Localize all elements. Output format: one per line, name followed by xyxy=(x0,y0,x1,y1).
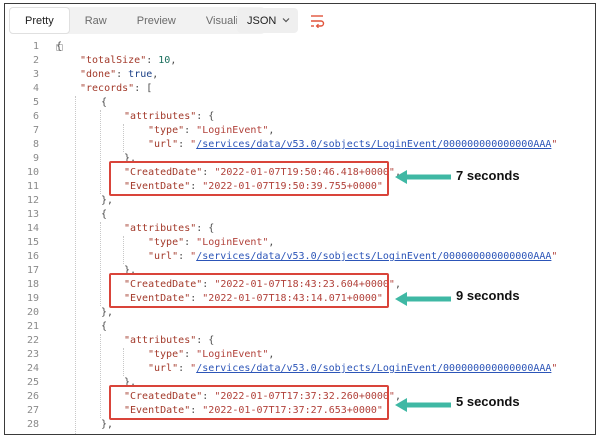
line-number: 18 xyxy=(26,279,39,290)
json-key: "url" xyxy=(148,139,179,150)
code-line: "type": "LoginEvent", xyxy=(148,125,275,136)
indent-guide xyxy=(123,124,124,152)
highlight-box xyxy=(109,161,389,196)
json-key: "type" xyxy=(148,349,185,360)
annotation-label: 5 seconds xyxy=(456,394,520,409)
json-key: "totalSize" xyxy=(80,55,147,66)
code-line: { xyxy=(56,41,63,52)
line-number: 2 xyxy=(32,55,39,66)
json-string: "LoginEvent" xyxy=(196,349,269,360)
code-line: "url": "/services/data/v53.0/sobjects/Lo… xyxy=(148,139,558,150)
line-number: 16 xyxy=(26,251,39,262)
json-key: "type" xyxy=(148,125,185,136)
line-number: 17 xyxy=(26,265,39,276)
indent-guide xyxy=(123,236,124,264)
line-number: 26 xyxy=(26,391,39,402)
code-line: { xyxy=(101,321,108,332)
indent-guide xyxy=(100,334,101,418)
code-line: "attributes": { xyxy=(124,223,215,234)
code-line: "done": true, xyxy=(80,69,159,80)
line-number: 8 xyxy=(32,139,39,150)
code-line: "totalSize": 10, xyxy=(80,55,177,66)
line-number: 15 xyxy=(26,237,39,248)
url-link[interactable]: /services/data/v53.0/sobjects/LoginEvent… xyxy=(196,251,551,262)
code-line: "url": "/services/data/v53.0/sobjects/Lo… xyxy=(148,251,558,262)
code-line: { xyxy=(101,97,108,108)
response-toolbar: Pretty Raw Preview Visualize JSON xyxy=(5,4,595,36)
json-key: "done" xyxy=(80,69,117,80)
url-link[interactable]: /services/data/v53.0/sobjects/LoginEvent… xyxy=(196,363,551,374)
code-line: "records": [ xyxy=(80,83,153,94)
json-string: "LoginEvent" xyxy=(196,237,269,248)
arrow-left-icon xyxy=(395,398,451,412)
json-key: "attributes" xyxy=(124,335,197,346)
annotation-label: 7 seconds xyxy=(456,168,520,183)
format-select[interactable]: JSON xyxy=(237,8,298,33)
code-line: }, xyxy=(101,195,114,206)
line-number: 6 xyxy=(32,111,39,122)
json-string: "LoginEvent" xyxy=(196,125,269,136)
json-key: "url" xyxy=(148,363,179,374)
line-number: 9 xyxy=(32,153,39,164)
code-line: }, xyxy=(101,307,114,318)
code-line: "attributes": { xyxy=(124,335,215,346)
json-key: "records" xyxy=(80,83,135,94)
indent-guide xyxy=(100,222,101,306)
tab-pretty[interactable]: Pretty xyxy=(9,7,70,34)
line-number: 14 xyxy=(26,223,39,234)
json-code-view: 1 2 3 4 5 6 7 8 9 10 11 12 13 14 15 16 1… xyxy=(5,40,595,434)
view-mode-tabs: Pretty Raw Preview Visualize xyxy=(9,7,265,34)
code-line: "attributes": { xyxy=(124,111,215,122)
line-number: 13 xyxy=(26,209,39,220)
line-number: 23 xyxy=(26,349,39,360)
format-select-value: JSON xyxy=(247,14,277,27)
indent-guide xyxy=(123,348,124,376)
json-number: 10 xyxy=(158,55,171,66)
text-wrap-icon xyxy=(311,15,325,28)
tab-preview[interactable]: Preview xyxy=(122,7,191,34)
wrap-lines-button[interactable] xyxy=(305,9,329,33)
code-line: "type": "LoginEvent", xyxy=(148,349,275,360)
response-viewer: Pretty Raw Preview Visualize JSON 1 2 3 … xyxy=(4,3,596,435)
json-key: "url" xyxy=(148,251,179,262)
line-number: 12 xyxy=(26,195,39,206)
line-number: 5 xyxy=(32,97,39,108)
url-link[interactable]: /services/data/v53.0/sobjects/LoginEvent… xyxy=(196,139,551,150)
line-number: 4 xyxy=(32,83,39,94)
line-number: 20 xyxy=(26,307,39,318)
line-number: 22 xyxy=(26,335,39,346)
code-line: "type": "LoginEvent", xyxy=(148,237,275,248)
line-number: 27 xyxy=(26,405,39,416)
line-number: 19 xyxy=(26,293,39,304)
annotation-label: 9 seconds xyxy=(456,288,520,303)
line-number: 21 xyxy=(26,321,39,332)
tab-raw[interactable]: Raw xyxy=(70,7,122,34)
json-key: "attributes" xyxy=(124,111,197,122)
highlight-box xyxy=(109,385,389,420)
code-line: { xyxy=(101,209,108,220)
line-number: 7 xyxy=(32,125,39,136)
line-number: 11 xyxy=(26,181,39,192)
arrow-left-icon xyxy=(395,170,451,184)
arrow-left-icon xyxy=(395,292,451,306)
line-number: 1 xyxy=(32,41,39,52)
indent-guide xyxy=(75,96,76,434)
json-key: "attributes" xyxy=(124,223,197,234)
json-key: "type" xyxy=(148,237,185,248)
line-number: 10 xyxy=(26,167,39,178)
line-number: 28 xyxy=(26,419,39,430)
chevron-down-icon xyxy=(282,18,290,23)
json-boolean: true xyxy=(128,69,153,80)
highlight-box xyxy=(109,273,389,308)
line-number: 25 xyxy=(26,377,39,388)
line-number: 3 xyxy=(32,69,39,80)
line-number: 24 xyxy=(26,363,39,374)
indent-guide xyxy=(100,110,101,194)
code-line: }, xyxy=(101,419,114,430)
code-line: "url": "/services/data/v53.0/sobjects/Lo… xyxy=(148,363,558,374)
